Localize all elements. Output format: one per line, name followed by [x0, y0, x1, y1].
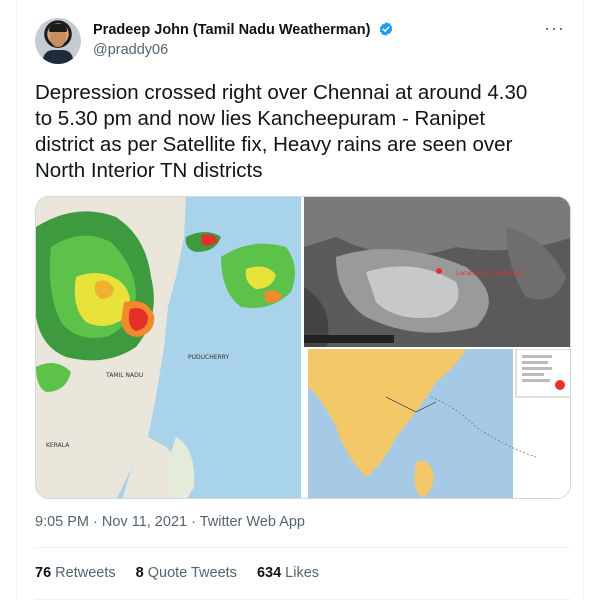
label-tamil-nadu: TAMIL NADU	[105, 372, 143, 379]
retweets-label: Retweets	[51, 565, 116, 581]
satellite-image[interactable]: Location of Depression	[304, 197, 571, 347]
label-puducherry: PUDUCHERRY	[188, 354, 229, 361]
tweet-stats: 76 Retweets 8 Quote Tweets 634 Likes	[35, 565, 319, 581]
quote-tweets-stat[interactable]: 8 Quote Tweets	[136, 565, 237, 581]
likes-count: 634	[256, 565, 282, 581]
forecast-track-image[interactable]	[304, 348, 571, 499]
retweets-count: 76	[35, 565, 52, 581]
tweet-card: Pradeep John (Tamil Nadu Weatherman) @pr…	[16, 0, 584, 600]
quotes-label: Quote Tweets	[143, 565, 237, 581]
avatar-hair	[49, 24, 67, 32]
quotes-count: 8	[135, 565, 144, 581]
likes-stat[interactable]: 634 Likes	[257, 565, 319, 581]
tweet-header: Pradeep John (Tamil Nadu Weatherman) @pr…	[35, 18, 571, 66]
author-handle[interactable]: @praddy06	[93, 42, 394, 58]
tweet-text: Depression crossed right over Chennai at…	[35, 81, 528, 182]
media-images: TAMIL NADU PUDUCHERRY KERALA Location of…	[36, 197, 571, 499]
author-display-name[interactable]: Pradeep John (Tamil Nadu Weatherman)	[93, 22, 370, 38]
tweet-media-grid: TAMIL NADU PUDUCHERRY KERALA Location of…	[35, 196, 571, 499]
label-kerala: KERALA	[46, 442, 70, 449]
verified-badge-icon	[379, 22, 393, 36]
retweets-stat[interactable]: 76 Retweets	[35, 565, 116, 581]
radar-map-image[interactable]: TAMIL NADU PUDUCHERRY KERALA	[36, 197, 301, 499]
satellite-annotation: Location of Depression	[456, 270, 525, 277]
author-name-block: Pradeep John (Tamil Nadu Weatherman) @pr…	[93, 21, 394, 58]
divider-top	[35, 547, 571, 548]
avatar-shirt	[43, 50, 73, 64]
likes-label: Likes	[281, 565, 320, 581]
author-avatar[interactable]	[35, 18, 81, 64]
more-options-icon[interactable]: ···	[544, 18, 565, 39]
tweet-timestamp[interactable]: 9:05 PM · Nov 11, 2021 · Twitter Web App	[35, 514, 305, 530]
